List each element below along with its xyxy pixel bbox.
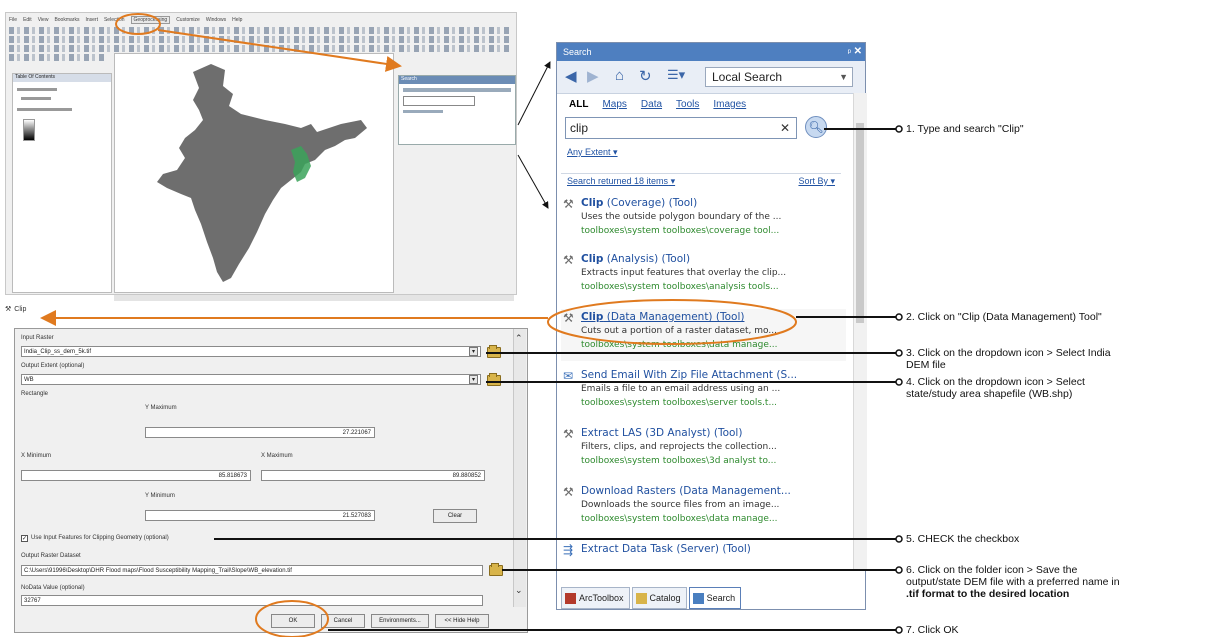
step-5-text: 5. CHECK the checkbox bbox=[906, 533, 1020, 545]
step-6-text: 6. Click on the folder icon > Save the ou… bbox=[906, 564, 1120, 600]
step-7-text: 7. Click OK bbox=[906, 624, 959, 636]
step-3-text: 3. Click on the dropdown icon > Select I… bbox=[906, 347, 1111, 371]
step-1-text: 1. Type and search "Clip" bbox=[906, 123, 1024, 135]
step-4-text: 4. Click on the dropdown icon > Select st… bbox=[906, 376, 1085, 400]
step-2-text: 2. Click on "Clip (Data Management) Tool… bbox=[906, 311, 1102, 323]
